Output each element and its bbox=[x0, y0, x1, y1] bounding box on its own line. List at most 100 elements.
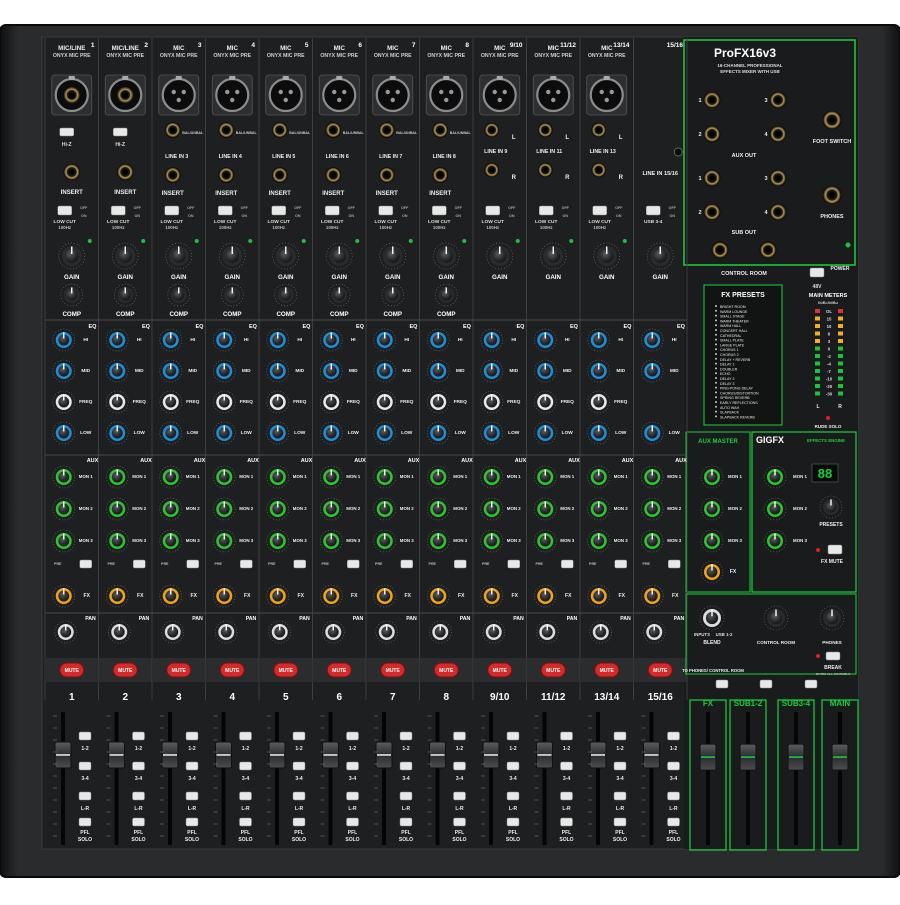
line-in-left-jack[interactable] bbox=[591, 122, 607, 138]
route-34-button[interactable] bbox=[667, 761, 680, 771]
xlr-input[interactable] bbox=[479, 74, 521, 116]
pfl-solo-button[interactable] bbox=[613, 817, 627, 827]
pre-post-switch[interactable] bbox=[186, 559, 199, 569]
route-12-button[interactable] bbox=[132, 731, 145, 741]
master-route-button[interactable] bbox=[804, 679, 818, 689]
hi-z-switch[interactable] bbox=[59, 127, 74, 137]
combo-input[interactable] bbox=[51, 74, 93, 116]
pfl-solo-button[interactable] bbox=[506, 817, 520, 827]
aux-out-jack[interactable] bbox=[769, 91, 787, 109]
pre-post-switch[interactable] bbox=[347, 559, 360, 569]
sub-out-jack[interactable] bbox=[769, 203, 787, 221]
insert-jack[interactable] bbox=[432, 167, 449, 183]
foot-switch-jack[interactable] bbox=[822, 110, 842, 130]
route-12-button[interactable] bbox=[613, 731, 627, 741]
route-12-button[interactable] bbox=[239, 731, 252, 741]
route-lr-button[interactable] bbox=[78, 791, 92, 801]
route-34-button[interactable] bbox=[132, 761, 145, 771]
low-cut-switch[interactable] bbox=[57, 205, 72, 216]
route-12-button[interactable] bbox=[185, 731, 199, 741]
line-in-right-jack[interactable] bbox=[537, 162, 553, 178]
route-12-button[interactable] bbox=[506, 731, 520, 741]
xlr-input[interactable] bbox=[318, 74, 360, 116]
sub-out-jack[interactable] bbox=[703, 169, 721, 187]
route-12-button[interactable] bbox=[453, 731, 466, 741]
sub-out-jack[interactable] bbox=[769, 169, 787, 187]
pre-post-switch[interactable] bbox=[507, 559, 520, 569]
sub-out-jack[interactable] bbox=[703, 203, 721, 221]
low-cut-switch[interactable] bbox=[218, 205, 233, 216]
xlr-input[interactable] bbox=[211, 74, 253, 116]
line-in-jack[interactable] bbox=[271, 122, 288, 138]
pre-post-switch[interactable] bbox=[240, 559, 253, 569]
route-lr-button[interactable] bbox=[399, 791, 413, 801]
insert-jack[interactable] bbox=[325, 167, 342, 183]
pre-post-switch[interactable] bbox=[668, 559, 681, 569]
line-in-left-jack[interactable] bbox=[537, 122, 553, 138]
hi-z-switch[interactable] bbox=[113, 127, 128, 137]
route-34-button[interactable] bbox=[78, 761, 92, 771]
pre-post-switch[interactable] bbox=[614, 559, 627, 569]
low-cut-switch[interactable] bbox=[592, 205, 607, 216]
low-cut-switch[interactable] bbox=[111, 205, 126, 216]
pfl-solo-button[interactable] bbox=[399, 817, 413, 827]
low-cut-switch[interactable] bbox=[325, 205, 340, 216]
line-in-jack[interactable] bbox=[378, 122, 395, 138]
route-34-button[interactable] bbox=[399, 761, 413, 771]
route-34-button[interactable] bbox=[346, 761, 359, 771]
route-34-button[interactable] bbox=[239, 761, 252, 771]
line-in-right-jack[interactable] bbox=[484, 162, 500, 178]
aux-out-jack[interactable] bbox=[703, 91, 721, 109]
route-lr-button[interactable] bbox=[506, 791, 520, 801]
xlr-input[interactable] bbox=[425, 74, 467, 116]
xlr-input[interactable] bbox=[532, 74, 574, 116]
line-in-left-jack[interactable] bbox=[484, 122, 500, 138]
line-in-jack[interactable] bbox=[325, 122, 342, 138]
route-lr-button[interactable] bbox=[239, 791, 252, 801]
pfl-solo-button[interactable] bbox=[185, 817, 199, 827]
low-cut-switch[interactable] bbox=[539, 205, 554, 216]
route-lr-button[interactable] bbox=[667, 791, 680, 801]
insert-jack[interactable] bbox=[116, 163, 134, 181]
pfl-solo-button[interactable] bbox=[667, 817, 680, 827]
route-34-button[interactable] bbox=[560, 761, 573, 771]
pfl-solo-button[interactable] bbox=[239, 817, 252, 827]
route-34-button[interactable] bbox=[453, 761, 466, 771]
master-route-button[interactable] bbox=[715, 679, 729, 689]
control-room-right-jack[interactable] bbox=[759, 241, 777, 259]
insert-jack[interactable] bbox=[218, 167, 235, 183]
route-12-button[interactable] bbox=[78, 731, 92, 741]
route-lr-button[interactable] bbox=[185, 791, 199, 801]
pfl-solo-button[interactable] bbox=[346, 817, 359, 827]
pfl-solo-button[interactable] bbox=[78, 817, 92, 827]
aux-out-jack[interactable] bbox=[769, 125, 787, 143]
pre-post-switch[interactable] bbox=[133, 559, 146, 569]
route-12-button[interactable] bbox=[346, 731, 359, 741]
line-in-jack[interactable] bbox=[218, 122, 235, 138]
route-12-button[interactable] bbox=[292, 731, 306, 741]
route-34-button[interactable] bbox=[292, 761, 306, 771]
route-12-button[interactable] bbox=[399, 731, 413, 741]
pre-post-switch[interactable] bbox=[400, 559, 413, 569]
pre-post-switch[interactable] bbox=[561, 559, 574, 569]
fx-mute-button[interactable] bbox=[827, 544, 843, 555]
route-12-button[interactable] bbox=[667, 731, 680, 741]
low-cut-switch[interactable] bbox=[164, 205, 179, 216]
xlr-input[interactable] bbox=[158, 74, 200, 116]
insert-jack[interactable] bbox=[378, 167, 395, 183]
pre-post-switch[interactable] bbox=[79, 559, 92, 569]
insert-jack[interactable] bbox=[271, 167, 288, 183]
route-lr-button[interactable] bbox=[292, 791, 306, 801]
low-cut-switch[interactable] bbox=[646, 205, 661, 216]
xlr-input[interactable] bbox=[372, 74, 414, 116]
route-12-button[interactable] bbox=[560, 731, 573, 741]
route-lr-button[interactable] bbox=[453, 791, 466, 801]
master-route-button[interactable] bbox=[759, 679, 773, 689]
phones-jack[interactable] bbox=[822, 185, 842, 205]
pfl-solo-button[interactable] bbox=[560, 817, 573, 827]
insert-jack[interactable] bbox=[63, 163, 81, 181]
line-in-jack[interactable] bbox=[432, 122, 449, 138]
line-in-right-jack[interactable] bbox=[591, 162, 607, 178]
route-lr-button[interactable] bbox=[613, 791, 627, 801]
break-button[interactable] bbox=[825, 651, 841, 661]
